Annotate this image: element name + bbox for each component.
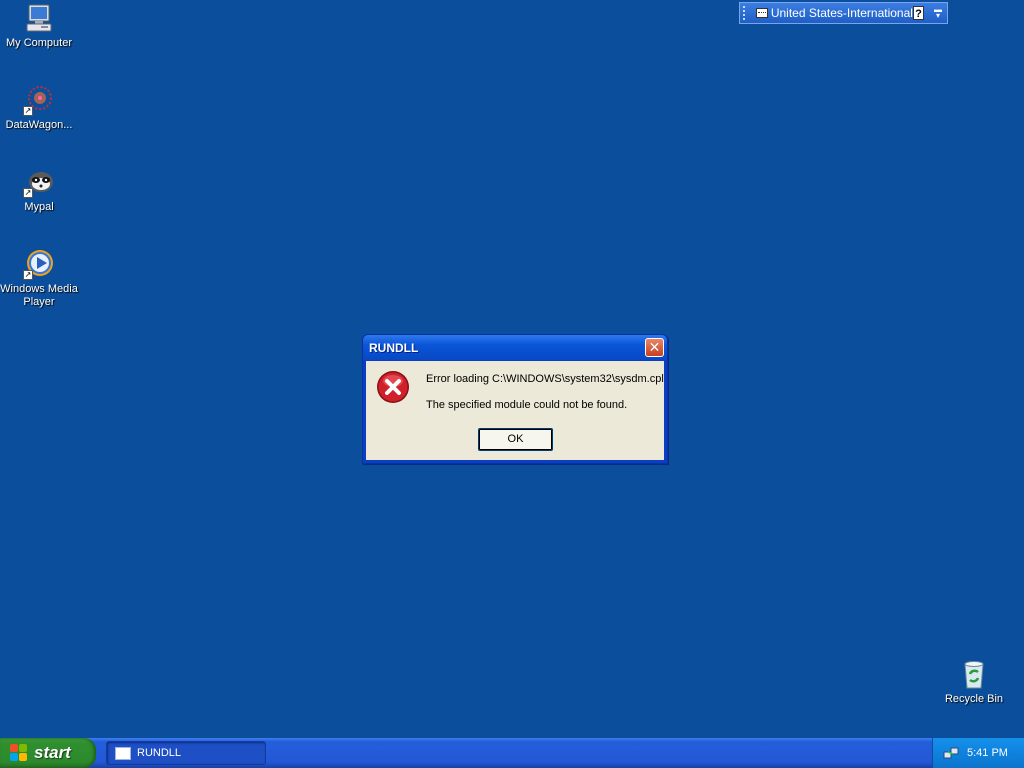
desktop-icon-label: Mypal: [24, 201, 54, 213]
dialog-titlebar[interactable]: RUNDLL ✕: [363, 335, 667, 360]
datawagon-icon: ↗: [23, 84, 55, 116]
windows-media-player-icon: ↗: [23, 248, 55, 280]
error-icon: [376, 370, 410, 404]
taskbar-button-label: RUNDLL: [137, 747, 182, 759]
language-bar-grip[interactable]: [743, 6, 750, 20]
input-language-selector[interactable]: United States-International: [771, 6, 913, 20]
my-computer-icon: [23, 2, 55, 34]
start-label: start: [34, 743, 71, 762]
desktop: My Computer ↗ DataWagon... ↗ Mypal ↗ Win…: [0, 0, 1024, 768]
taskbar-button-rundll[interactable]: RUNDLL: [106, 741, 266, 765]
keyboard-icon: [755, 8, 768, 18]
desktop-icon-my-computer[interactable]: My Computer: [0, 2, 78, 50]
desktop-icon-mypal[interactable]: ↗ Mypal: [0, 166, 78, 214]
desktop-icon-windows-media-player[interactable]: ↗ Windows Media Player: [0, 248, 78, 309]
rundll-error-dialog: RUNDLL ✕ Error loading C:\WINDOWS\system…: [362, 334, 668, 464]
desktop-icon-recycle-bin[interactable]: Recycle Bin: [935, 658, 1013, 706]
recycle-bin-icon: [958, 658, 990, 690]
clock[interactable]: 5:41 PM: [967, 747, 1008, 759]
desktop-icon-label: Windows Media Player: [0, 283, 78, 308]
system-tray: 5:41 PM: [932, 738, 1024, 768]
error-message: Error loading C:\WINDOWS\system32\sysdm.…: [426, 373, 664, 385]
ok-button[interactable]: OK: [478, 428, 553, 451]
dialog-body: Error loading C:\WINDOWS\system32\sysdm.…: [366, 361, 664, 460]
close-button[interactable]: ✕: [645, 338, 664, 357]
shortcut-arrow-icon: ↗: [23, 188, 33, 198]
mypal-icon: ↗: [23, 166, 55, 198]
desktop-icon-label: My Computer: [5, 37, 73, 49]
taskbar: start RUNDLL 5:41 PM: [0, 738, 1024, 768]
network-icon[interactable]: [943, 745, 959, 761]
help-icon[interactable]: ?: [912, 6, 924, 20]
start-button[interactable]: start: [0, 738, 96, 768]
shortcut-arrow-icon: ↗: [23, 270, 33, 280]
dialog-title: RUNDLL: [369, 340, 419, 355]
windows-logo-icon: [10, 744, 28, 762]
language-bar[interactable]: United States-International ? ▬ ▾: [739, 2, 948, 24]
shortcut-arrow-icon: ↗: [23, 106, 33, 116]
window-icon: [115, 746, 131, 760]
error-detail: The specified module could not be found.: [426, 399, 628, 411]
desktop-icon-label: DataWagon...: [5, 119, 73, 131]
desktop-icon-datawagon[interactable]: ↗ DataWagon...: [0, 84, 78, 132]
language-bar-options-button[interactable]: ▬ ▾: [934, 6, 942, 20]
desktop-icon-label: Recycle Bin: [944, 693, 1004, 705]
